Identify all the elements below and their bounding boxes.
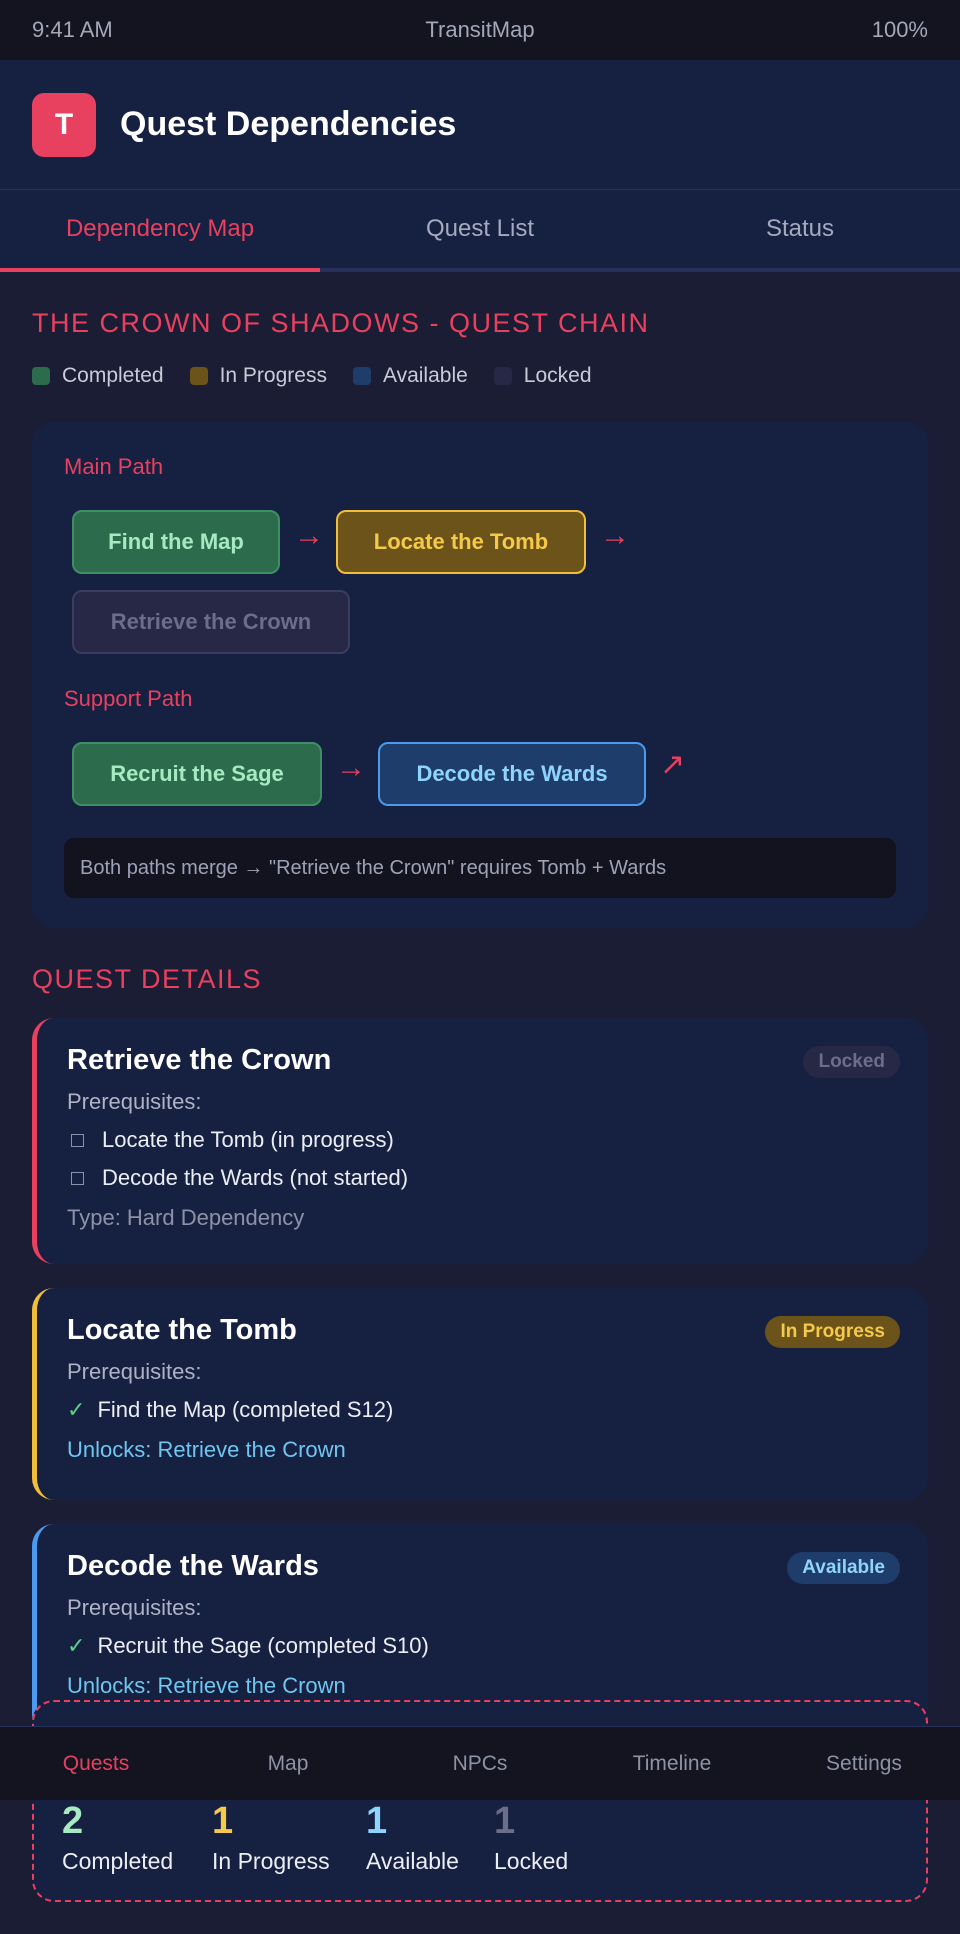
stat-available: 1 Available (366, 1802, 459, 1875)
stat-label: Locked (494, 1848, 569, 1874)
completed-swatch-icon (32, 367, 50, 385)
stat-locked: 1 Locked (494, 1802, 568, 1875)
status-badge: Locked (803, 1046, 900, 1078)
merge-arrow-icon: ↗ (660, 748, 686, 781)
chain-title: THE CROWN OF SHADOWS - QUEST CHAIN (32, 308, 650, 338)
quest-card-locate-the-tomb[interactable]: Locate the Tomb In Progress Prerequisite… (32, 1288, 928, 1500)
legend-label: Completed (62, 364, 164, 387)
prereq-label: Prerequisites: (67, 1595, 202, 1620)
unlocks-link[interactable]: Unlocks: Retrieve the Crown (67, 1437, 898, 1463)
legend-item-completed: Completed (32, 364, 164, 388)
arrow-right-icon: → (600, 519, 630, 552)
prereq-label: Prerequisites: (67, 1359, 202, 1384)
check-icon: ✓ (67, 1397, 86, 1422)
status-app-title: TransitMap (425, 17, 535, 42)
stat-label: In Progress (212, 1848, 330, 1874)
app-logo: T (32, 92, 96, 157)
tab-dependency-map[interactable]: Dependency Map (0, 190, 320, 272)
prereq-text: Locate the Tomb (in progress) (102, 1127, 394, 1152)
legend-item-in-progress: In Progress (189, 364, 327, 388)
node-retrieve-the-crown[interactable]: Retrieve the Crown (72, 590, 350, 654)
legend-label: Locked (523, 364, 592, 387)
tab-bar: Dependency Map Quest List Status (0, 190, 960, 272)
prereq-item: ✓ Recruit the Sage (completed S10) (67, 1633, 898, 1659)
checkbox-empty-icon (71, 1133, 84, 1147)
prereq-text: Find the Map (completed S12) (97, 1397, 394, 1422)
nav-quests[interactable]: Quests (0, 1727, 192, 1800)
node-recruit-the-sage[interactable]: Recruit the Sage (72, 742, 322, 806)
locked-swatch-icon (493, 367, 512, 385)
prereq-item: Decode the Wards (not started) (67, 1165, 898, 1191)
bottom-nav: Quests Map NPCs Timeline Settings (0, 1726, 960, 1800)
stat-completed: 2 Completed (62, 1802, 173, 1875)
status-time: 9:41 AM (32, 17, 113, 42)
legend: Completed In Progress Available Locked (32, 364, 618, 388)
status-badge: In Progress (765, 1316, 900, 1348)
stat-value: 1 (212, 1800, 234, 1842)
support-path-label: Support Path (64, 686, 193, 711)
available-swatch-icon (352, 367, 371, 385)
status-bar: 9:41 AM TransitMap 100% (0, 0, 960, 60)
prereq-item: ✓ Find the Map (completed S12) (67, 1397, 898, 1423)
dependency-map-panel: Main Path Find the Map → Locate the Tomb… (32, 422, 928, 928)
nav-timeline[interactable]: Timeline (576, 1727, 768, 1800)
arrow-right-icon: → (336, 751, 366, 784)
dependency-type: Type: Hard Dependency (67, 1205, 305, 1230)
legend-item-locked: Locked (493, 364, 592, 388)
check-icon: ✓ (67, 1633, 86, 1658)
node-decode-the-wards[interactable]: Decode the Wards (378, 742, 646, 806)
status-badge: Available (787, 1552, 900, 1584)
prereq-text: Recruit the Sage (completed S10) (97, 1633, 429, 1658)
stat-label: Completed (62, 1848, 174, 1874)
nav-settings[interactable]: Settings (768, 1727, 960, 1800)
prereq-item: Locate the Tomb (in progress) (67, 1127, 898, 1153)
tab-quest-list[interactable]: Quest List (320, 190, 640, 268)
page-title: Quest Dependencies (120, 105, 457, 143)
in-progress-swatch-icon (189, 367, 208, 385)
node-locate-the-tomb[interactable]: Locate the Tomb (336, 510, 586, 574)
quest-details-title: QUEST DETAILS (32, 964, 263, 994)
app-header: T Quest Dependencies (0, 60, 960, 190)
prereq-text: Decode the Wards (not started) (102, 1165, 409, 1190)
arrow-right-icon: → (294, 519, 324, 552)
legend-item-available: Available (352, 364, 468, 388)
quest-title: Retrieve the Crown (67, 1044, 332, 1076)
legend-label: Available (382, 364, 468, 387)
quest-card-retrieve-the-crown[interactable]: Retrieve the Crown Locked Prerequisites:… (32, 1018, 928, 1264)
unlocks-link[interactable]: Unlocks: Retrieve the Crown (67, 1673, 898, 1699)
stat-label: Available (366, 1848, 459, 1874)
prereq-label: Prerequisites: (67, 1089, 202, 1114)
quest-title: Decode the Wards (67, 1550, 319, 1582)
nav-map[interactable]: Map (192, 1727, 384, 1800)
main-path-label: Main Path (64, 454, 164, 479)
legend-label: In Progress (219, 364, 327, 387)
stat-value: 2 (62, 1800, 84, 1842)
stat-in-progress: 1 In Progress (212, 1802, 330, 1875)
stat-value: 1 (366, 1800, 388, 1842)
tab-status[interactable]: Status (640, 190, 960, 268)
checkbox-empty-icon (71, 1171, 84, 1185)
merge-note: Both paths merge → "Retrieve the Crown" … (64, 838, 896, 898)
node-find-the-map[interactable]: Find the Map (72, 510, 280, 574)
nav-npcs[interactable]: NPCs (384, 1727, 576, 1800)
status-battery: 100% (871, 17, 928, 42)
stat-value: 1 (494, 1800, 516, 1842)
